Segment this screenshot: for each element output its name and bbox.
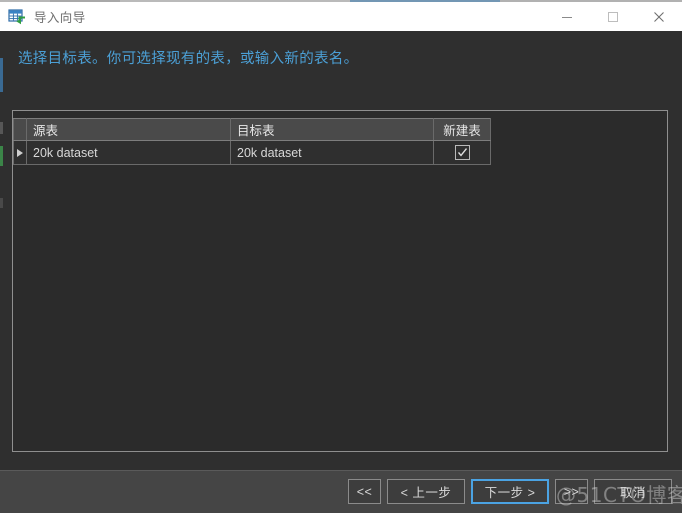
wizard-navigation-buttons: << < 上一步 下一步 > >> 取消 (348, 479, 672, 504)
column-header-marker (13, 118, 27, 141)
edge-artifact-gray-upper (0, 122, 3, 134)
table-header-row: 源表 目标表 新建表 (13, 118, 491, 141)
title-bar[interactable]: 导入向导 (0, 2, 682, 32)
edge-artifact-blue (0, 58, 3, 92)
new-table-checkbox[interactable] (454, 145, 470, 161)
window-title: 导入向导 (34, 11, 86, 25)
import-wizard-window: 导入向导 选择目标表。你可选择现有的表，或输入新的表名。 源表 目标表 新建表 … (0, 0, 682, 513)
previous-button[interactable]: < 上一步 (387, 479, 465, 504)
page-title: 选择目标表。你可选择现有的表，或输入新的表名。 (18, 51, 359, 67)
header-section: 选择目标表。你可选择现有的表，或输入新的表名。 (0, 31, 682, 89)
last-button[interactable]: >> (555, 479, 588, 504)
edge-artifact-green (0, 146, 3, 166)
cancel-button[interactable]: 取消 (594, 479, 672, 504)
mapping-panel: 源表 目标表 新建表 20k dataset 20k dataset (12, 110, 668, 452)
window-controls (544, 2, 682, 31)
row-selector-cell[interactable] (13, 140, 27, 165)
table-row[interactable]: 20k dataset 20k dataset (13, 140, 491, 165)
footer-bar: << < 上一步 下一步 > >> 取消 (0, 470, 682, 513)
maximize-icon[interactable] (590, 2, 636, 31)
cell-new-table[interactable] (433, 140, 491, 165)
import-table-icon (8, 8, 26, 26)
column-header-target-table[interactable]: 目标表 (230, 118, 434, 141)
first-button[interactable]: << (348, 479, 381, 504)
column-header-new-table[interactable]: 新建表 (433, 118, 491, 141)
row-indicator-arrow-icon (17, 148, 23, 157)
cell-source-table[interactable]: 20k dataset (26, 140, 231, 165)
column-header-source-table[interactable]: 源表 (26, 118, 231, 141)
minimize-icon[interactable] (544, 2, 590, 31)
next-button[interactable]: 下一步 > (471, 479, 549, 504)
close-icon[interactable] (636, 2, 682, 31)
edge-artifact-gray-lower (0, 198, 3, 208)
cell-target-table[interactable]: 20k dataset (230, 140, 434, 165)
table-mapping-grid[interactable]: 源表 目标表 新建表 20k dataset 20k dataset (13, 118, 491, 165)
